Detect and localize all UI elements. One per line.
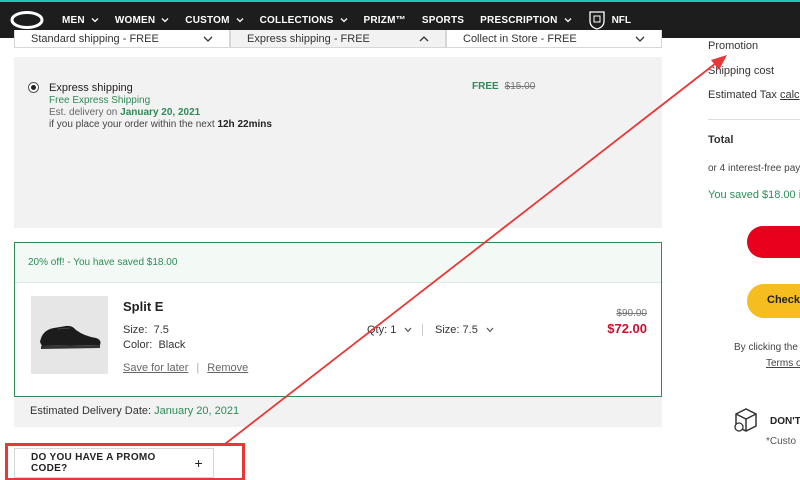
qty-label: Qty: [367, 324, 388, 336]
size-select-value: 7.5 [462, 324, 478, 336]
shipping-method-tabs: Standard shipping - FREE Express shippin… [14, 30, 662, 48]
size-value: 7.5 [153, 324, 169, 336]
nav-item-sports[interactable]: SPORTS [422, 15, 464, 26]
item-old-price: $90.00 [616, 308, 647, 319]
color-label: Color: [123, 339, 153, 351]
total-label: Total [708, 134, 734, 146]
chevron-down-icon [486, 327, 494, 333]
terms-notice: By clicking the [734, 342, 798, 353]
tab-standard-shipping[interactable]: Standard shipping - FREE [14, 30, 230, 48]
remove-link[interactable]: Remove [207, 362, 248, 374]
chevron-down-icon [203, 36, 213, 42]
nav-label: MEN [62, 14, 85, 26]
delivery-label: Estimated Delivery Date: [30, 405, 152, 417]
cart-item-card: 20% off! - You have saved $18.00 Split E… [14, 242, 662, 397]
checkout-button[interactable]: Check o [747, 284, 800, 318]
nav-item-custom[interactable]: CUSTOM [185, 14, 244, 26]
order-time: 12h 22mins [217, 119, 272, 130]
shipping-cost-label: Shipping cost [708, 65, 775, 77]
quantity-select[interactable]: Qty: 1 [367, 324, 412, 336]
nav-item-men[interactable]: MEN [62, 15, 99, 26]
promo-savings-banner: 20% off! - You have saved $18.00 [15, 243, 661, 283]
chevron-down-icon [161, 18, 169, 23]
chevron-up-icon [419, 35, 429, 41]
tab-collect-in-store[interactable]: Collect in Store - FREE [446, 30, 662, 48]
express-shipping-radio[interactable] [28, 82, 39, 93]
free-shipping-label: Free Express Shipping [49, 95, 151, 106]
chevron-down-icon [91, 18, 99, 23]
terms-link[interactable]: Terms o [766, 358, 800, 369]
oakley-logo-icon[interactable] [8, 9, 46, 31]
nav-label: SPORTS [421, 14, 465, 26]
chevron-down-icon [635, 36, 645, 42]
nav-item-collections[interactable]: COLLECTIONS [260, 15, 348, 26]
size-label: Size: [123, 324, 148, 336]
nav-label: PRESCRIPTION [480, 14, 558, 26]
tab-express-shipping[interactable]: Express shipping - FREE [230, 30, 446, 48]
nfl-shield-icon [588, 11, 605, 30]
product-attributes: Size: 7.5 Color: Black [123, 323, 185, 353]
box-return-icon [734, 408, 757, 432]
chevron-down-icon [564, 18, 572, 23]
nav-label: PRIZM™ [363, 14, 406, 26]
dont-worry-subtext: *Custo [766, 436, 797, 447]
tab-label: Collect in Store - FREE [463, 32, 577, 45]
nav-label: COLLECTIONS [259, 14, 334, 26]
item-prices: $90.00 $72.00 [607, 308, 647, 336]
separator: | [196, 362, 200, 374]
chevron-down-icon [236, 18, 244, 23]
color-value: Black [158, 339, 186, 351]
tab-label: Standard shipping - FREE [31, 32, 159, 45]
save-for-later-link[interactable]: Save for later [123, 362, 188, 374]
shipping-price: FREE $15.00 [472, 81, 535, 92]
shipping-option-title: Express shipping [49, 82, 133, 94]
promotion-label: Promotion [708, 40, 759, 52]
annotation-highlight-box [5, 443, 245, 480]
nav-label: WOMEN [114, 14, 156, 26]
item-new-price: $72.00 [607, 321, 647, 336]
saved-amount: You saved $18.00 i [708, 189, 800, 201]
estimated-delivery: Est. delivery on January 20, 2021 [49, 107, 272, 118]
shipping-option-details: Express shipping Free Express Shipping E… [49, 82, 272, 130]
shipping-price-free: FREE [472, 81, 499, 92]
size-select-label: Size: [435, 324, 460, 336]
shipping-options-panel: Express shipping Free Express Shipping E… [14, 57, 662, 228]
nav-item-prizm[interactable]: PRIZM™ [364, 15, 406, 26]
nav-label: CUSTOM [185, 14, 230, 26]
order-cutoff: if you place your order within the next … [49, 119, 272, 130]
tab-label: Express shipping - FREE [247, 32, 370, 45]
delivery-date: January 20, 2021 [154, 405, 240, 417]
product-image[interactable] [31, 296, 108, 374]
installments-text: or 4 interest-free pay [708, 163, 800, 174]
order-summary: Promotion Shipping cost Estimated Tax ca… [690, 38, 800, 480]
chevron-down-icon [404, 327, 412, 333]
estimated-delivery-date: Estimated Delivery Date: January 20, 202… [14, 397, 662, 427]
express-checkout-button[interactable] [747, 226, 800, 258]
nav-item-prescription[interactable]: PRESCRIPTION [480, 14, 572, 26]
qty-value: 1 [390, 324, 397, 336]
product-actions: Save for later | Remove [123, 362, 248, 374]
nav-item-nfl[interactable]: NFL [588, 10, 631, 30]
divider [708, 119, 800, 120]
estimated-tax-line: Estimated Tax calc [708, 89, 800, 101]
est-date: January 20, 2021 [120, 107, 201, 118]
product-size: Size: 7.5 [123, 323, 185, 338]
est-prefix: Est. delivery on [49, 107, 118, 118]
dont-worry-title: DON'T [770, 416, 800, 427]
estimated-tax-label: Estimated Tax [708, 89, 777, 101]
size-select[interactable]: Size: 7.5 [422, 324, 494, 336]
product-name[interactable]: Split E [123, 299, 163, 314]
calculate-tax-link[interactable]: calc [780, 89, 800, 101]
nav-label: NFL [611, 14, 632, 26]
product-color: Color: Black [123, 338, 185, 353]
shipping-old-price: $15.00 [504, 81, 536, 92]
order-prefix: if you place your order within the next [49, 119, 215, 130]
nav-item-women[interactable]: WOMEN [115, 15, 169, 26]
chevron-down-icon [340, 18, 347, 23]
shoe-image-icon [39, 325, 100, 349]
